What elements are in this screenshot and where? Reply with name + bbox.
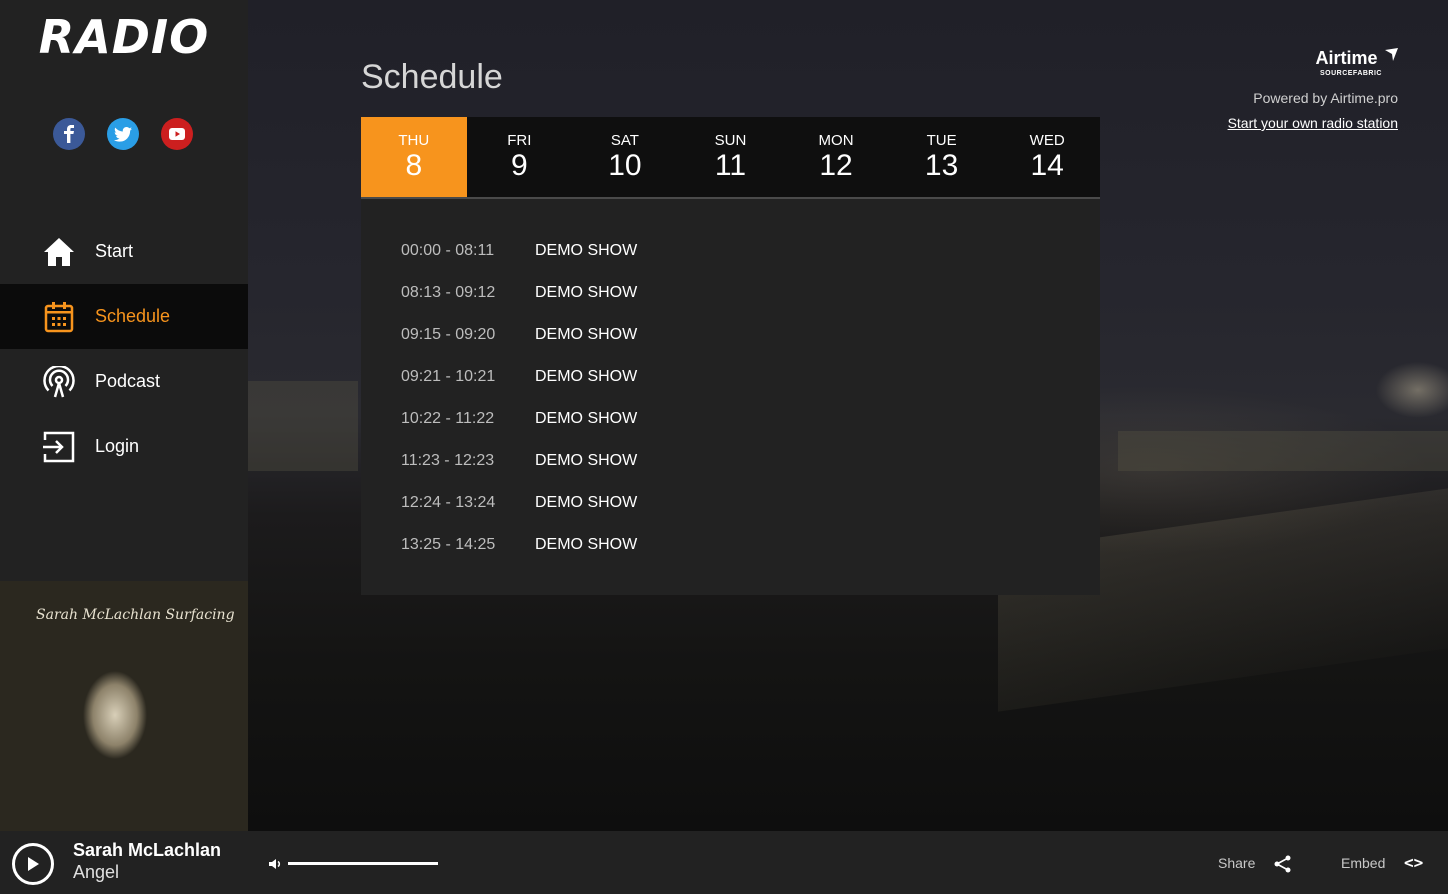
start-station-link[interactable]: Start your own radio station xyxy=(1228,115,1398,131)
share-button[interactable]: Share xyxy=(1218,855,1255,871)
schedule-list: 00:00 - 08:11 DEMO SHOW 08:13 - 09:12 DEMO… xyxy=(361,197,1100,595)
sidebar-item-label: Podcast xyxy=(95,371,161,391)
powered-by: Airtime SOURCEFABRIC Powered by Airtime.… xyxy=(1228,48,1398,133)
twitter-icon[interactable] xyxy=(107,118,139,150)
show-time: 08:13 - 09:12 xyxy=(401,284,496,301)
show-title[interactable]: DEMO SHOW xyxy=(535,242,637,260)
list-item: 12:24 - 13:24 DEMO SHOW xyxy=(401,491,637,515)
show-title[interactable]: DEMO SHOW xyxy=(535,368,637,386)
sidebar-item-schedule[interactable]: Schedule xyxy=(0,284,248,349)
list-item: 00:00 - 08:11 DEMO SHOW xyxy=(401,239,637,263)
now-playing-track: Angel xyxy=(73,862,120,882)
show-time: 00:00 - 08:11 xyxy=(401,242,495,259)
show-time: 10:22 - 11:22 xyxy=(401,410,495,427)
day-number: 10 xyxy=(608,149,642,182)
sidebar-item-podcast[interactable]: Podcast xyxy=(0,349,248,414)
day-name: TUE xyxy=(926,132,957,149)
show-time: 13:25 - 14:25 xyxy=(401,536,496,553)
day-number: 9 xyxy=(511,149,528,182)
list-item: 11:23 - 12:23 DEMO SHOW xyxy=(401,449,637,473)
sidebar-item-label: Schedule xyxy=(95,306,171,326)
podcast-icon xyxy=(42,365,76,399)
day-number: 13 xyxy=(924,149,959,182)
show-title[interactable]: DEMO SHOW xyxy=(535,536,637,554)
list-item: 10:22 - 11:22 DEMO SHOW xyxy=(401,407,637,431)
airtime-logo-row: Airtime xyxy=(1316,48,1398,69)
show-title[interactable]: DEMO SHOW xyxy=(535,326,637,344)
show-time: 12:24 - 13:24 xyxy=(401,494,496,511)
calendar-icon xyxy=(42,300,76,334)
show-title[interactable]: DEMO SHOW xyxy=(535,452,637,470)
embed-button[interactable]: Embed xyxy=(1341,855,1385,871)
city-skyline xyxy=(248,381,358,471)
show-title[interactable]: DEMO SHOW xyxy=(535,410,637,428)
youtube-icon[interactable] xyxy=(161,118,193,150)
tab-day[interactable]: FRI 9 xyxy=(467,117,573,197)
sidebar-item-start[interactable]: Start xyxy=(0,219,248,284)
album-signature: Sarah McLachlan Surfacing xyxy=(36,607,235,623)
play-icon xyxy=(28,857,39,871)
list-item: 09:21 - 10:21 DEMO SHOW xyxy=(401,365,637,389)
volume-slider-fill xyxy=(288,862,438,865)
home-icon xyxy=(42,235,76,269)
radio-logo[interactable]: RADIO xyxy=(0,10,248,64)
day-number: 11 xyxy=(714,149,747,182)
show-time: 09:21 - 10:21 xyxy=(401,368,496,385)
tab-day[interactable]: SUN 11 xyxy=(678,117,784,197)
sidebar-item-login[interactable]: Login xyxy=(0,414,248,479)
airtime-logo[interactable]: Airtime SOURCEFABRIC xyxy=(1316,48,1398,77)
volume-slider[interactable] xyxy=(288,862,438,865)
airtime-logo-name: Airtime xyxy=(1315,48,1378,68)
page-title: Schedule xyxy=(361,58,503,96)
powered-text: Powered by Airtime.pro xyxy=(1253,90,1398,106)
play-button[interactable] xyxy=(12,843,54,885)
tab-day[interactable]: SAT 10 xyxy=(572,117,678,197)
day-name: SAT xyxy=(610,132,639,149)
day-number: 8 xyxy=(405,149,423,182)
day-number: 14 xyxy=(1030,149,1064,182)
show-time: 11:23 - 12:23 xyxy=(401,452,495,469)
social-links xyxy=(53,118,193,150)
sidebar-item-label: Login xyxy=(95,436,140,456)
embed-icon[interactable]: <> xyxy=(1404,853,1423,872)
day-name: THU xyxy=(398,132,430,149)
list-item: 09:15 - 09:20 DEMO SHOW xyxy=(401,323,637,347)
tab-day[interactable]: THU 8 xyxy=(361,117,467,197)
show-title[interactable]: DEMO SHOW xyxy=(535,494,637,512)
day-name: FRI xyxy=(507,132,532,149)
tab-day[interactable]: WED 14 xyxy=(994,117,1100,197)
day-tabs: THU 8 FRI 9 SAT 10 SUN 11 MON 12 TUE 13 WED 14 xyxy=(361,117,1100,197)
sidebar-nav: Start Schedule Podcast Login xyxy=(0,219,248,479)
album-cover: Sarah McLachlan Surfacing xyxy=(0,581,248,831)
day-number: 12 xyxy=(819,149,853,182)
share-icon[interactable] xyxy=(1273,855,1293,873)
list-item: 13:25 - 14:25 DEMO SHOW xyxy=(401,533,637,557)
volume-icon[interactable] xyxy=(268,857,284,871)
city-skyline xyxy=(1118,431,1448,471)
day-name: MON xyxy=(818,132,854,149)
tab-day[interactable]: TUE 13 xyxy=(889,117,995,197)
day-name: SUN xyxy=(714,132,747,149)
sidebar: RADIO Start Schedule Podcast Login Sarah… xyxy=(0,0,248,831)
now-playing-artist: Sarah McLachlan xyxy=(73,840,222,860)
show-title[interactable]: DEMO SHOW xyxy=(535,284,637,302)
player-bar: Sarah McLachlan Angel Share Embed <> xyxy=(0,831,1448,894)
airtime-logo-sub: SOURCEFABRIC xyxy=(1319,70,1382,77)
show-time: 09:15 - 09:20 xyxy=(401,326,496,343)
airtime-wing-icon xyxy=(1385,48,1398,61)
day-name: WED xyxy=(1029,132,1065,149)
sidebar-item-label: Start xyxy=(95,241,134,261)
login-icon xyxy=(42,430,76,464)
facebook-icon[interactable] xyxy=(53,118,85,150)
list-item: 08:13 - 09:12 DEMO SHOW xyxy=(401,281,637,305)
tab-day[interactable]: MON 12 xyxy=(783,117,889,197)
album-photo xyxy=(60,645,190,825)
